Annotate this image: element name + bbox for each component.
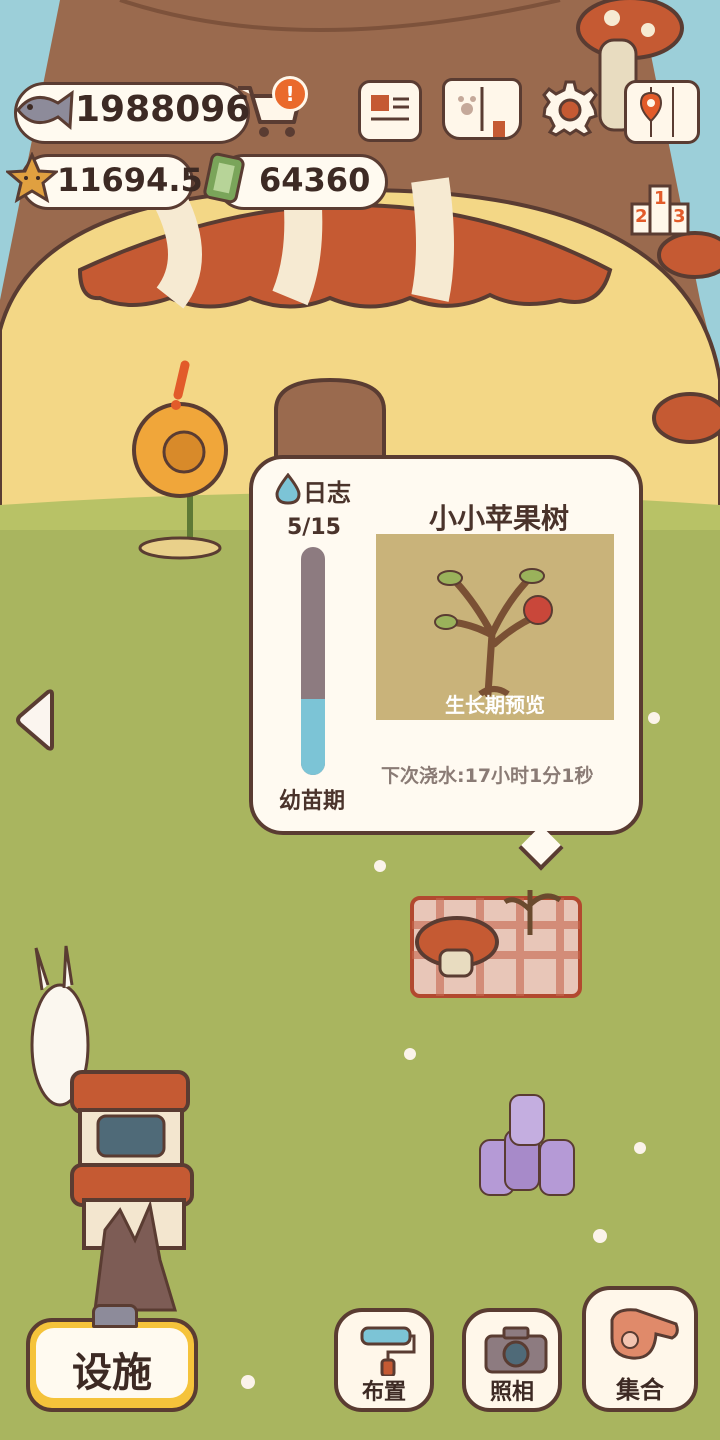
podium-first: 1 xyxy=(654,188,667,209)
photo-button[interactable]: 照相 xyxy=(462,1308,562,1412)
facilities-button[interactable]: 设施 xyxy=(26,1318,198,1412)
news-button[interactable] xyxy=(358,80,422,142)
ticket-currency-value: 64360 xyxy=(259,161,371,199)
growth-popup: 日志 5/15 幼苗期 小小苹果树 生长期预览 下次浇水:17小时1分1秒 xyxy=(249,455,643,871)
back-arrow-button[interactable] xyxy=(12,688,58,752)
layout-label: 布置 xyxy=(361,1380,406,1405)
water-progress-fill xyxy=(301,699,325,775)
gear-icon xyxy=(542,80,598,137)
facilities-clip-icon xyxy=(92,1304,138,1328)
podium-third: 3 xyxy=(673,206,686,227)
water-drop-icon xyxy=(275,473,301,505)
next-water-timer: 下次浇水:17小时1分1秒 xyxy=(381,765,594,787)
facilities-label: 设施 xyxy=(72,1350,152,1396)
progress-count: 5/15 xyxy=(287,515,341,540)
shop-alert-badge: ! xyxy=(272,76,308,112)
water-progress-bar xyxy=(301,547,325,775)
paint-roller-icon xyxy=(360,1326,416,1376)
paw-book-button[interactable] xyxy=(442,78,522,140)
map-icon xyxy=(639,87,674,137)
ticket-icon xyxy=(203,152,245,204)
layout-button[interactable]: 布置 xyxy=(334,1308,434,1412)
camera-icon xyxy=(484,1326,548,1374)
star-icon xyxy=(6,152,58,204)
settings-button[interactable] xyxy=(540,78,600,138)
photo-label: 照相 xyxy=(489,1380,534,1405)
map-button[interactable] xyxy=(624,80,700,144)
gather-label: 集合 xyxy=(616,1376,664,1404)
plant-title: 小小苹果树 xyxy=(428,502,569,535)
preview-caption: 生长期预览 xyxy=(445,693,545,717)
growth-preview[interactable]: 生长期预览 xyxy=(376,534,614,720)
fish-currency-value: 1988096 xyxy=(75,89,251,130)
star-currency-value: 11694.5 xyxy=(57,161,203,199)
ranking-button[interactable]: 2 1 3 xyxy=(630,180,690,236)
fish-icon xyxy=(16,89,74,131)
podium-second: 2 xyxy=(635,206,648,227)
whistle-icon xyxy=(610,1308,679,1360)
log-label[interactable]: 日志 xyxy=(303,473,351,508)
growth-stage: 幼苗期 xyxy=(279,789,346,814)
shop-button[interactable]: ! xyxy=(234,76,310,142)
gather-button[interactable]: 集合 xyxy=(582,1286,698,1412)
left-arrow-icon xyxy=(16,689,54,751)
paw-book-icon xyxy=(458,87,505,137)
newspaper-icon xyxy=(371,95,409,121)
